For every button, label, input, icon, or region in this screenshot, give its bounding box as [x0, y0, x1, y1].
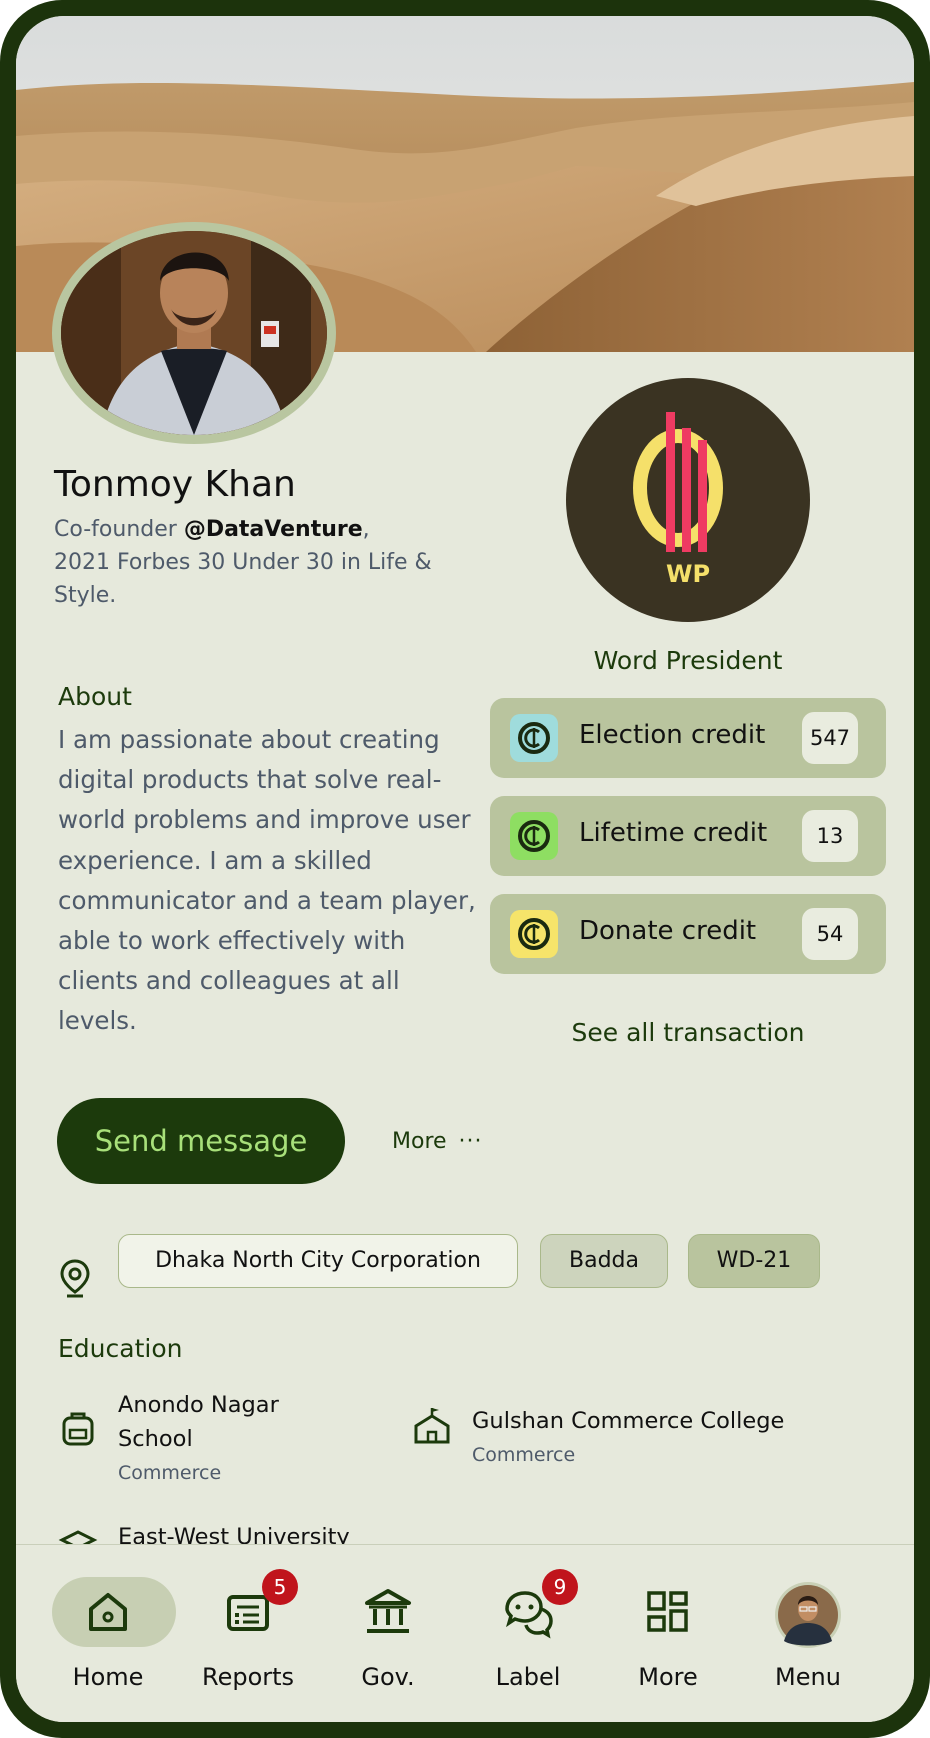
notification-badge: 5: [262, 1569, 298, 1605]
home-icon: [81, 1585, 135, 1639]
nav-label: More: [638, 1663, 698, 1691]
school-building-icon: [412, 1406, 452, 1446]
credit-card-donate[interactable]: Donate credit 54: [490, 894, 886, 974]
more-dots-icon: ···: [458, 1129, 483, 1154]
nav-item-reports[interactable]: 5 Reports: [178, 1545, 318, 1722]
credit-card-lifetime[interactable]: Lifetime credit 13: [490, 796, 886, 876]
avatar-photo: [61, 231, 327, 435]
credit-label: Lifetime credit: [579, 818, 768, 848]
nav-label: Home: [72, 1663, 144, 1691]
credit-coin-icon: [510, 910, 558, 958]
education-item[interactable]: Gulshan Commerce College Commerce: [412, 1404, 872, 1484]
bio-handle-link[interactable]: @DataVenture: [184, 517, 363, 542]
education-title: Education: [58, 1334, 183, 1363]
grid-icon: [641, 1585, 695, 1639]
credit-count: 547: [802, 712, 858, 764]
avatar: [774, 1581, 842, 1649]
bio-prefix: Co-founder: [54, 517, 184, 542]
education-name: Gulshan Commerce College: [472, 1408, 785, 1434]
credit-count: 13: [802, 810, 858, 862]
about-text: I am passionate about creating digital p…: [58, 725, 476, 1036]
nav-item-home[interactable]: Home: [38, 1545, 178, 1722]
bio-line2: 2021 Forbes 30 Under 30 in Life & Style.: [54, 550, 432, 608]
education-item[interactable]: Anondo Nagar School Commerce: [58, 1388, 378, 1498]
profile-name: Tonmoy Khan: [54, 464, 296, 505]
nav-item-gov[interactable]: Gov.: [318, 1545, 458, 1722]
credit-count: 54: [802, 908, 858, 960]
more-label: More: [392, 1129, 447, 1154]
nav-label: Reports: [201, 1663, 295, 1691]
role-title: Word President: [593, 646, 783, 675]
backpack-icon: [58, 1408, 98, 1448]
notification-badge: 9: [542, 1569, 578, 1605]
credit-coin-icon: [510, 812, 558, 860]
role-logo-text: WP: [666, 560, 710, 588]
education-field: Commerce: [472, 1444, 576, 1466]
nav-label: Gov.: [361, 1663, 415, 1691]
role-logo: WP: [566, 378, 810, 622]
see-all-transactions-link[interactable]: See all transaction: [506, 1018, 870, 1047]
government-icon: [361, 1585, 415, 1639]
credit-coin-icon: [510, 714, 558, 762]
profile-bio: Co-founder @DataVenture, 2021 Forbes 30 …: [54, 513, 434, 612]
education-name: Anondo Nagar School: [118, 1388, 279, 1456]
more-button[interactable]: More ···: [392, 1124, 483, 1160]
credit-card-election[interactable]: Election credit 547: [490, 698, 886, 778]
bio-suffix: ,: [362, 517, 370, 542]
education-field: Commerce: [118, 1462, 222, 1484]
send-message-button[interactable]: Send message: [57, 1098, 345, 1184]
credit-label: Election credit: [579, 720, 766, 750]
bottom-navigation: Home 5 Reports Gov. 9 Label More Menu: [16, 1544, 914, 1722]
location-chip-ward[interactable]: WD-21: [688, 1234, 820, 1288]
credit-label: Donate credit: [579, 916, 757, 946]
location-chip-city[interactable]: Dhaka North City Corporation: [118, 1234, 518, 1288]
location-chip-area[interactable]: Badda: [540, 1234, 668, 1288]
nav-label: Label: [495, 1663, 561, 1691]
location-pin-icon: [58, 1258, 92, 1298]
nav-item-label[interactable]: 9 Label: [458, 1545, 598, 1722]
education-name-line1: Anondo Nagar: [118, 1392, 279, 1418]
education-name-line2: School: [118, 1426, 193, 1452]
nav-item-more[interactable]: More: [598, 1545, 738, 1722]
nav-label: Menu: [775, 1663, 841, 1691]
profile-avatar[interactable]: [52, 222, 336, 444]
about-title: About: [58, 682, 132, 711]
nav-item-menu[interactable]: Menu: [738, 1545, 878, 1722]
profile-screen: Tonmoy Khan Co-founder @DataVenture, 202…: [16, 16, 914, 1722]
